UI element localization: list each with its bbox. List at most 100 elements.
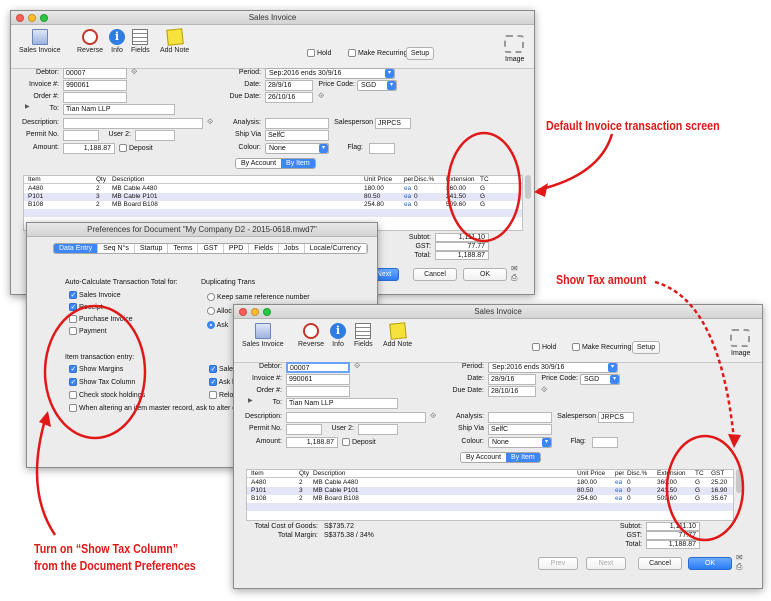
tab-7[interactable]: Jobs [278, 244, 305, 253]
pref-option[interactable]: Show Margins [69, 365, 123, 373]
prev-button[interactable]: Prev [538, 557, 578, 570]
column-header[interactable]: Item [28, 176, 41, 184]
tab-8[interactable]: Locale/Currency [304, 244, 367, 253]
tab-4[interactable]: GST [198, 244, 224, 253]
user2-field[interactable] [358, 424, 398, 435]
checkbox[interactable] [209, 391, 217, 399]
table-row[interactable]: P101 3 MB Cable P101 80.50 ea 0 241.50 G 16.90 [247, 487, 733, 495]
pref-option[interactable]: When altering an item master record, ask… [69, 404, 256, 412]
zoom-button[interactable] [263, 308, 271, 316]
debtor-field[interactable]: 00007 [286, 362, 350, 373]
table-row-empty[interactable] [247, 503, 733, 511]
radio-button[interactable] [207, 293, 215, 301]
close-button[interactable] [239, 308, 247, 316]
column-header[interactable]: GST [711, 470, 724, 478]
order-number-field[interactable] [286, 386, 350, 397]
column-header[interactable]: Description [313, 470, 346, 478]
tab-0[interactable]: Data Entry [54, 244, 99, 253]
deposit-checkbox[interactable]: Deposit [342, 438, 376, 446]
checkbox[interactable] [69, 315, 77, 323]
make-recurring-checkbox[interactable]: Make Recurring [348, 49, 407, 57]
sales-invoice-tool[interactable]: Sales Invoice [242, 323, 284, 348]
column-header[interactable]: Extension [657, 470, 686, 478]
salesperson-field[interactable]: JRPCS [375, 118, 411, 129]
setup-button[interactable]: Setup [406, 47, 434, 60]
column-header[interactable]: Description [112, 176, 145, 184]
tab-5[interactable]: PPD [223, 244, 250, 253]
period-select[interactable]: Sep:2016 ends 30/9/16 ▾ [265, 68, 395, 79]
description-field[interactable] [63, 118, 203, 129]
order-number-field[interactable] [63, 92, 127, 103]
debtor-field[interactable]: 00007 [63, 68, 127, 79]
column-header[interactable]: Disc.% [627, 470, 647, 478]
column-header[interactable]: TC [695, 470, 704, 478]
reverse-button[interactable]: Reverse [77, 29, 103, 54]
print-icon[interactable]: ⎙ [736, 562, 742, 572]
segment-by-account[interactable]: By Account [461, 453, 507, 462]
lookup-icon[interactable]: ⟐ [430, 411, 436, 421]
analysis-field[interactable] [265, 118, 329, 129]
to-field[interactable]: Tian Nam LLP [286, 398, 398, 409]
checkbox[interactable] [69, 378, 77, 386]
date-field[interactable]: 28/9/16 [488, 374, 536, 385]
column-header[interactable]: Qty [299, 470, 309, 478]
fields-button[interactable]: Fields [131, 29, 150, 54]
due-date-field[interactable]: 26/10/16 [265, 92, 313, 103]
lookup-icon[interactable]: ⟐ [131, 67, 137, 77]
pref-option[interactable]: Sales Invoice [69, 291, 121, 299]
column-header[interactable]: Qty [96, 176, 106, 184]
checkbox[interactable] [69, 303, 77, 311]
tab-6[interactable]: Fields [249, 244, 279, 253]
colour-select[interactable]: None ▾ [488, 437, 552, 448]
pref-option[interactable]: Receipt [69, 303, 103, 311]
lookup-icon[interactable]: ⟐ [207, 117, 213, 127]
pref-option[interactable]: Keep same reference number [207, 293, 310, 301]
user2-field[interactable] [135, 130, 175, 141]
ok-button[interactable]: OK [688, 557, 732, 570]
next-button[interactable]: Next [586, 557, 626, 570]
tab-3[interactable]: Terms [168, 244, 199, 253]
ok-button[interactable]: OK [463, 268, 507, 281]
pref-option[interactable]: Payment [69, 327, 107, 335]
hold-checkbox[interactable]: Hold [532, 343, 556, 351]
segment-by-item[interactable]: By Item [506, 453, 540, 462]
to-field[interactable]: Tian Nam LLP [63, 104, 175, 115]
lookup-icon[interactable]: ⟐ [354, 361, 360, 371]
zoom-button[interactable] [40, 14, 48, 22]
ship-via-field[interactable]: SelfC [265, 130, 329, 141]
column-header[interactable]: Unit Price [577, 470, 605, 478]
calendar-icon[interactable]: ⟐ [541, 385, 547, 395]
flag-field[interactable] [369, 143, 395, 154]
reverse-button[interactable]: Reverse [298, 323, 324, 348]
ship-via-field[interactable]: SelfC [488, 424, 552, 435]
table-row[interactable]: B108 2 MB Board B108 254.80 ea 0 509.60 G [24, 201, 522, 209]
pref-option[interactable]: Ask [207, 321, 228, 329]
column-header[interactable]: TC [480, 176, 489, 184]
price-code-select[interactable]: SGD ▾ [580, 374, 620, 385]
table-row[interactable]: B108 2 MB Board B108 254.80 ea 0 509.60 G 35.67 [247, 495, 733, 503]
column-header[interactable]: Item [251, 470, 264, 478]
checkbox[interactable] [69, 365, 77, 373]
cancel-button[interactable]: Cancel [638, 557, 682, 570]
minimize-button[interactable] [251, 308, 259, 316]
deposit-checkbox[interactable]: Deposit [119, 144, 153, 152]
period-select[interactable]: Sep:2016 ends 30/9/16 ▾ [488, 362, 618, 373]
permit-field[interactable] [63, 130, 99, 141]
permit-field[interactable] [286, 424, 322, 435]
column-header[interactable]: per [615, 470, 624, 478]
table-row[interactable]: A480 2 MB Cable A480 180.00 ea 0 360.00 G [24, 185, 522, 193]
scrollbar[interactable] [525, 175, 531, 199]
price-code-select[interactable]: SGD ▾ [357, 80, 397, 91]
tab-1[interactable]: Seq N°s [98, 244, 135, 253]
pref-option[interactable]: Alloc [207, 307, 232, 315]
calendar-icon[interactable]: ⟐ [318, 91, 324, 101]
column-header[interactable]: Unit Price [364, 176, 392, 184]
amount-field[interactable]: 1,188.87 [286, 437, 338, 448]
flag-field[interactable] [592, 437, 618, 448]
segment-by-item[interactable]: By Item [281, 159, 315, 168]
description-field[interactable] [286, 412, 426, 423]
invoice-number-field[interactable]: 990061 [286, 374, 350, 385]
add-note-button[interactable]: Add Note [160, 28, 189, 54]
add-note-button[interactable]: Add Note [383, 322, 412, 348]
checkbox[interactable] [209, 365, 217, 373]
